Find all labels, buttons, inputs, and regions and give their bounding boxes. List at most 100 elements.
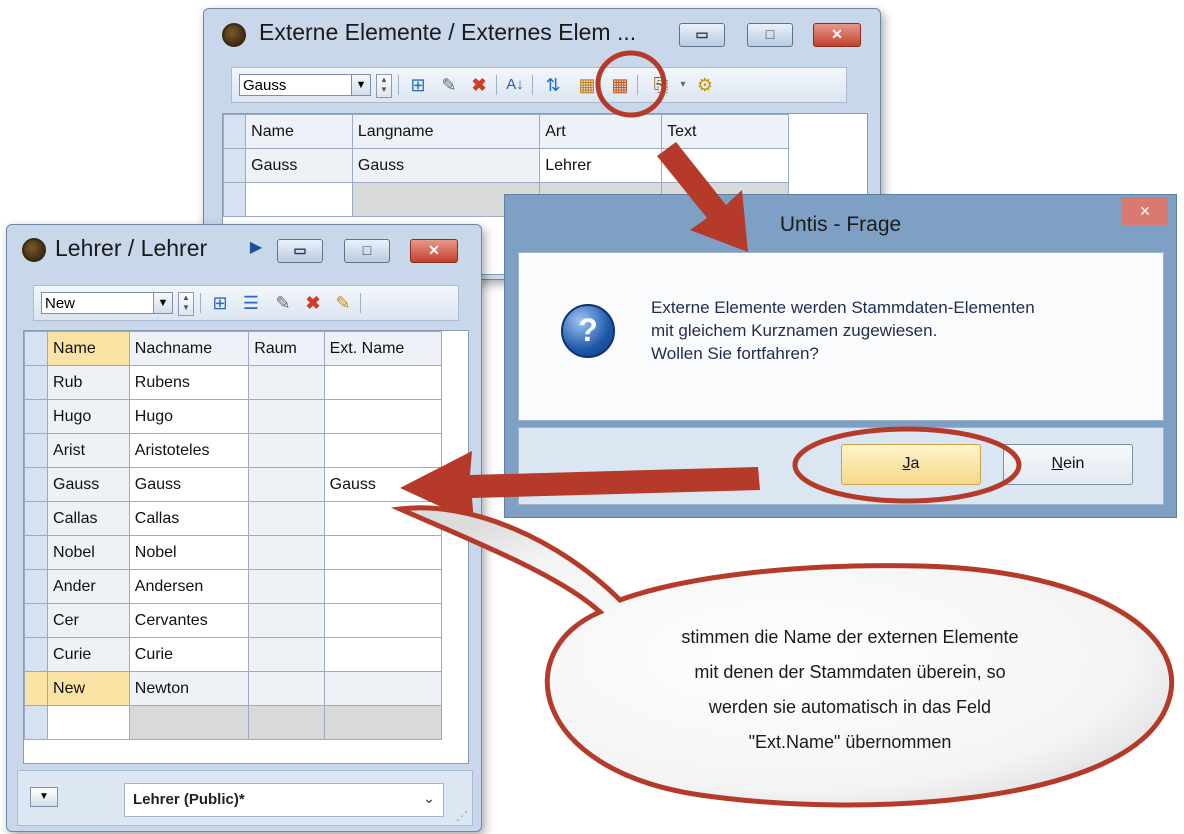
column-header[interactable]: Name xyxy=(47,331,130,366)
raum-cell[interactable] xyxy=(248,399,325,434)
calendar-icon[interactable]: ▦ xyxy=(609,74,631,96)
gear-icon[interactable]: ⚙ xyxy=(694,74,716,96)
lehrer-element-combo[interactable]: New ▼ xyxy=(41,292,173,314)
nachname-cell[interactable]: Callas xyxy=(128,501,250,536)
name-cell[interactable]: Gauss xyxy=(245,148,353,183)
status-dropdown-button[interactable]: ▼ xyxy=(30,787,58,807)
close-button[interactable]: ✕ xyxy=(410,239,458,263)
ext-name-cell[interactable] xyxy=(323,569,443,604)
new-element-icon[interactable]: ✎ xyxy=(272,292,294,314)
ext-name-cell[interactable] xyxy=(323,365,443,400)
settings-page-icon[interactable]: ⎘ xyxy=(650,74,672,96)
ext-name-cell[interactable] xyxy=(323,637,443,672)
name-cell[interactable]: Ander xyxy=(47,569,130,604)
column-header[interactable]: Langname xyxy=(351,114,541,149)
name-cell[interactable]: Callas xyxy=(47,501,130,536)
column-header[interactable]: Name xyxy=(245,114,353,149)
nachname-cell[interactable]: Gauss xyxy=(128,467,250,502)
import-icon[interactable]: ▦ xyxy=(576,74,598,96)
table-row[interactable]: Curie Curie xyxy=(23,637,443,672)
column-header[interactable]: Art xyxy=(539,114,663,149)
chevron-right-icon[interactable]: ▶ xyxy=(245,237,267,259)
spinner-icon[interactable]: ▲ ▼ xyxy=(376,74,392,98)
grid-layout-icon[interactable]: ⊞ xyxy=(407,74,429,96)
table-row[interactable]: Nobel Nobel xyxy=(23,535,443,570)
row-header[interactable] xyxy=(23,535,49,570)
name-cell[interactable]: Rub xyxy=(47,365,130,400)
table-row[interactable]: Rub Rubens xyxy=(23,365,443,400)
edit-icon[interactable]: ✎ xyxy=(332,292,354,314)
table-row[interactable]: Ander Andersen xyxy=(23,569,443,604)
resize-grip-icon[interactable]: ⋰ xyxy=(456,809,468,823)
new-element-icon[interactable]: ✎ xyxy=(438,74,460,96)
row-header[interactable] xyxy=(23,433,49,468)
raum-cell[interactable] xyxy=(248,365,325,400)
name-cell[interactable]: Arist xyxy=(47,433,130,468)
row-header[interactable] xyxy=(222,114,247,149)
nachname-cell[interactable]: Newton xyxy=(128,671,250,706)
chevron-down-icon[interactable]: ⌄ xyxy=(423,790,435,807)
nachname-cell[interactable]: Aristoteles xyxy=(128,433,250,468)
table-row[interactable]: New Newton xyxy=(23,671,443,706)
empty-cell[interactable] xyxy=(128,705,250,740)
empty-cell[interactable] xyxy=(245,182,353,217)
name-cell[interactable]: New xyxy=(47,671,130,706)
no-button[interactable]: Nein xyxy=(1003,444,1133,485)
row-header[interactable] xyxy=(23,603,49,638)
row-header[interactable] xyxy=(23,501,49,536)
ext-name-cell[interactable] xyxy=(323,501,443,536)
ext-name-cell[interactable] xyxy=(323,535,443,570)
row-header[interactable] xyxy=(222,182,247,217)
ext-name-cell[interactable] xyxy=(323,433,443,468)
empty-cell[interactable] xyxy=(323,705,443,740)
text-cell[interactable] xyxy=(661,148,789,183)
minimize-button[interactable]: ▭ xyxy=(679,23,725,47)
column-header[interactable]: Text xyxy=(661,114,789,149)
assign-icon[interactable]: ⇅ xyxy=(542,74,564,96)
raum-cell[interactable] xyxy=(248,637,325,672)
row-header[interactable] xyxy=(23,399,49,434)
row-header[interactable] xyxy=(23,705,49,740)
spinner-icon[interactable]: ▲ ▼ xyxy=(178,292,194,316)
name-cell[interactable]: Cer xyxy=(47,603,130,638)
column-header[interactable]: Raum xyxy=(248,331,325,366)
ext-name-cell[interactable] xyxy=(323,603,443,638)
row-header[interactable] xyxy=(222,148,247,183)
grid-layout-icon[interactable]: ⊞ xyxy=(209,292,231,314)
raum-cell[interactable] xyxy=(248,569,325,604)
name-cell[interactable]: Gauss xyxy=(47,467,130,502)
column-header[interactable]: Ext. Name xyxy=(323,331,443,366)
empty-cell[interactable] xyxy=(248,705,325,740)
ext-element-combo[interactable]: Gauss ▼ xyxy=(239,74,371,96)
lehrer-titlebar[interactable]: Lehrer / Lehrer ▶ ▭ □ ✕ xyxy=(7,225,481,269)
table-row[interactable] xyxy=(23,705,443,740)
nachname-cell[interactable]: Nobel xyxy=(128,535,250,570)
raum-cell[interactable] xyxy=(248,671,325,706)
row-header[interactable] xyxy=(23,671,49,706)
nachname-cell[interactable]: Curie xyxy=(128,637,250,672)
dropdown-arrow-icon[interactable]: ▾ xyxy=(672,74,694,96)
table-row[interactable]: Cer Cervantes xyxy=(23,603,443,638)
minimize-button[interactable]: ▭ xyxy=(277,239,323,263)
column-header[interactable]: Nachname xyxy=(128,331,250,366)
raum-cell[interactable] xyxy=(248,467,325,502)
delete-icon[interactable]: ✖ xyxy=(468,74,490,96)
maximize-button[interactable]: □ xyxy=(344,239,390,263)
langname-cell[interactable]: Gauss xyxy=(351,148,541,183)
chevron-down-icon[interactable]: ▼ xyxy=(351,75,370,95)
raum-cell[interactable] xyxy=(248,433,325,468)
table-row[interactable]: Callas Callas xyxy=(23,501,443,536)
dialog-close-button[interactable]: × xyxy=(1122,197,1168,225)
row-header[interactable] xyxy=(23,331,49,366)
sort-icon[interactable]: A↓ xyxy=(504,74,526,96)
nachname-cell[interactable]: Cervantes xyxy=(128,603,250,638)
view-select[interactable]: Lehrer (Public)* ⌄ xyxy=(124,783,444,817)
table-row[interactable]: Gauss Gauss Gauss xyxy=(23,467,443,502)
raum-cell[interactable] xyxy=(248,501,325,536)
row-header[interactable] xyxy=(23,637,49,672)
nachname-cell[interactable]: Hugo xyxy=(128,399,250,434)
ext-name-cell[interactable] xyxy=(323,671,443,706)
empty-cell[interactable] xyxy=(47,705,130,740)
raum-cell[interactable] xyxy=(248,603,325,638)
table-row[interactable]: Hugo Hugo xyxy=(23,399,443,434)
